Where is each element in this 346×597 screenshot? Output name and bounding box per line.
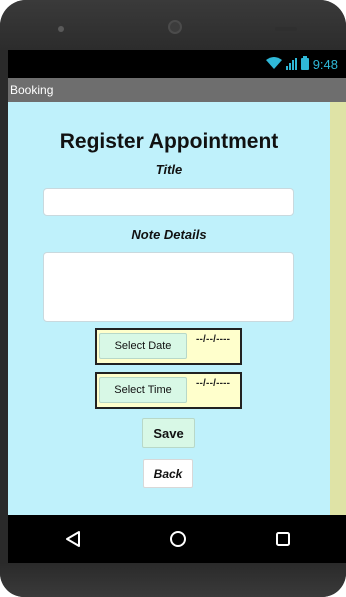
side-strip [330,102,346,515]
phone-bottom-bezel [0,563,346,597]
title-input[interactable] [43,188,294,216]
page-title: Register Appointment [59,130,279,153]
proximity-sensor-icon [58,26,64,32]
speaker-grille-icon [275,27,297,31]
navigation-bar [8,515,346,563]
nav-home-icon[interactable] [165,527,191,551]
status-time: 9:48 [312,56,338,72]
title-label: Title [155,162,183,177]
battery-icon [300,56,309,70]
phone-top-bezel [0,0,346,50]
status-bar: 9:48 [8,50,346,78]
save-button[interactable]: Save [142,418,195,448]
notes-label: Note Details [131,227,207,242]
select-date-button[interactable]: Select Date [99,333,187,359]
app-title-bar: Booking [8,78,346,102]
phone-frame: 9:48 Booking Register Appointment Title … [0,0,346,597]
nav-back-icon[interactable] [60,527,86,551]
back-button[interactable]: Back [143,459,193,488]
date-picker-group: Select Date --/--/---- [95,328,242,365]
front-camera-icon [168,20,182,34]
nav-recents-icon[interactable] [270,527,296,551]
app-title: Booking [10,83,54,97]
date-value: --/--/---- [196,334,231,345]
select-time-button[interactable]: Select Time [99,377,187,403]
booking-form: Register Appointment Title Note Details … [8,102,330,515]
time-value: --/--/---- [196,378,231,389]
wifi-icon [265,56,282,72]
signal-icon [285,58,297,70]
notes-textarea[interactable] [43,252,294,322]
time-picker-group: Select Time --/--/---- [95,372,242,409]
